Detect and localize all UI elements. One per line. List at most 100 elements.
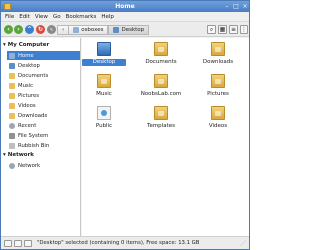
close-icon[interactable]: × (241, 3, 249, 10)
file-view[interactable]: Desktop Documents Downloads Music NoobsL… (82, 38, 249, 236)
sidebar-item-recent[interactable]: Recent (9, 121, 79, 130)
sidebar-item-label: Network (18, 162, 41, 169)
folder-icon (154, 42, 168, 56)
public-folder-icon (97, 106, 111, 120)
sidebar-section-my-computer[interactable]: ▾ My Computer (3, 42, 49, 48)
icon-view-icon[interactable]: ▦ (218, 25, 227, 34)
sidebar-item-network[interactable]: Network (9, 161, 79, 170)
breadcrumb: ‹ osboxes Desktop (57, 25, 150, 35)
reload-icon[interactable]: ↻ (36, 25, 45, 34)
file-item-videos[interactable]: Videos (196, 104, 240, 138)
sidebar-item-file-system[interactable]: File System (9, 131, 79, 140)
minimize-icon[interactable]: – (223, 3, 231, 10)
folder-icon (9, 72, 15, 79)
menu-bar: File Edit View Go Bookmarks Help (1, 12, 249, 22)
sidebar-item-label: Videos (18, 102, 36, 109)
file-label: Downloads (202, 59, 234, 65)
crumb-desktop[interactable]: Desktop (108, 25, 150, 35)
sidebar-item-label: Documents (18, 72, 49, 79)
trash-icon (9, 142, 15, 149)
file-label: Music (96, 91, 112, 97)
sidebar-item-rubbish-bin[interactable]: Rubbish Bin (9, 141, 79, 150)
chevron-down-icon: ▾ (3, 42, 6, 48)
folder-icon (211, 42, 225, 56)
desktop-icon (113, 27, 120, 33)
sidebar-item-pictures[interactable]: Pictures (9, 91, 79, 100)
back-arrow-icon[interactable]: ‹ (4, 25, 13, 34)
menu-edit[interactable]: Edit (19, 14, 30, 20)
sidebar-item-videos[interactable]: Videos (9, 101, 79, 110)
crumb-label: osboxes (81, 27, 104, 33)
crumb-osboxes[interactable]: osboxes (68, 25, 109, 35)
terminal-icon[interactable] (24, 240, 32, 247)
section-title: Network (7, 152, 34, 158)
folder-icon (97, 74, 111, 88)
desktop-folder-icon (97, 42, 111, 56)
network-icon (9, 162, 15, 169)
sidebar-item-downloads[interactable]: Downloads (9, 111, 79, 120)
search-icon[interactable]: ⌕ (207, 25, 216, 34)
status-text: "Desktop" selected (containing 0 items),… (37, 240, 200, 246)
sidebar-item-label: Music (18, 82, 34, 89)
title-bar[interactable]: Home – □ × (1, 1, 249, 12)
crumb-label: Desktop (121, 27, 145, 33)
home-icon (9, 52, 15, 59)
menu-file[interactable]: File (5, 14, 14, 20)
forward-arrow-icon[interactable]: › (14, 25, 23, 34)
recent-icon (9, 122, 15, 129)
folder-icon (9, 112, 15, 119)
edit-location-icon[interactable]: ✎ (47, 25, 56, 34)
file-item-templates[interactable]: Templates (139, 104, 183, 138)
chevron-down-icon: ▾ (3, 152, 6, 158)
menu-help[interactable]: Help (101, 14, 114, 20)
disk-icon (9, 132, 15, 139)
file-item-desktop[interactable]: Desktop (82, 40, 126, 74)
sidebar-item-label: Home (18, 52, 34, 59)
sidebar-item-documents[interactable]: Documents (9, 71, 79, 80)
folder-icon (154, 74, 168, 88)
file-item-public[interactable]: Public (82, 104, 126, 138)
maximize-icon[interactable]: □ (232, 3, 240, 10)
file-item-pictures[interactable]: Pictures (196, 72, 240, 106)
file-manager-window: Home – □ × File Edit View Go Bookmarks H… (0, 0, 250, 250)
toggle-sidebar-icon[interactable] (4, 240, 12, 247)
compact-view-icon[interactable]: ⋮ (240, 25, 248, 34)
window-title: Home (115, 3, 135, 10)
sidebar-item-music[interactable]: Music (9, 81, 79, 90)
sidebar-item-label: File System (18, 132, 49, 139)
sidebar-item-label: Desktop (18, 62, 40, 69)
file-label: Videos (208, 123, 228, 129)
status-bar: "Desktop" selected (containing 0 items),… (1, 236, 249, 249)
sidebar-item-desktop[interactable]: Desktop (9, 61, 79, 70)
sidebar: ▾ My Computer Home Desktop Documents Mus… (1, 38, 81, 236)
file-item-documents[interactable]: Documents (139, 40, 183, 74)
resize-grip-icon[interactable]: ⋰ (240, 240, 248, 248)
menu-go[interactable]: Go (53, 14, 61, 20)
desktop-icon (9, 62, 15, 69)
folder-icon (211, 106, 225, 120)
file-label: Pictures (207, 91, 229, 97)
folder-icon (9, 92, 15, 99)
menu-bookmarks[interactable]: Bookmarks (66, 14, 97, 20)
sidebar-item-label: Downloads (18, 112, 48, 119)
file-label: Documents (145, 59, 177, 65)
sidebar-item-home[interactable]: Home (7, 51, 80, 60)
sidebar-item-label: Rubbish Bin (18, 142, 50, 149)
sidebar-item-label: Recent (18, 122, 37, 129)
file-label: NoobsLab.com (140, 91, 182, 97)
file-item-music[interactable]: Music (82, 72, 126, 106)
file-item-noobslab[interactable]: NoobsLab.com (139, 72, 183, 106)
sidebar-section-network[interactable]: ▾ Network (3, 152, 34, 158)
folder-icon (211, 74, 225, 88)
file-item-downloads[interactable]: Downloads (196, 40, 240, 74)
folder-icon (9, 102, 15, 109)
file-label: Templates (147, 123, 175, 129)
list-view-icon[interactable]: ≡ (229, 25, 238, 34)
up-arrow-icon[interactable]: ^ (25, 25, 34, 34)
crumb-left-arrow[interactable]: ‹ (57, 25, 69, 35)
folder-icon (9, 82, 15, 89)
show-tree-icon[interactable] (14, 240, 22, 247)
folder-icon (154, 106, 168, 120)
section-title: My Computer (7, 42, 50, 48)
menu-view[interactable]: View (35, 14, 48, 20)
